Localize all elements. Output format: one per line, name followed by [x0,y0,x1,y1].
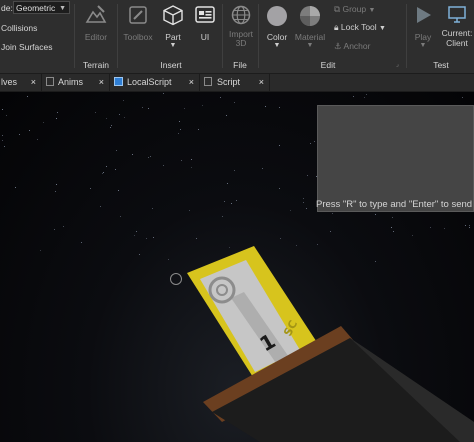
toolbox-icon [129,6,147,24]
chevron-down-icon: ▼ [59,5,66,12]
anchor-button[interactable]: ⚓︎ Anchor [334,41,384,52]
color-swatch-icon [267,6,287,26]
terrain-editor-label: Editor [84,32,108,42]
anchor-icon: ⚓︎ [334,41,342,51]
chevron-down-icon: ▼ [273,42,281,49]
close-icon[interactable]: × [189,74,194,91]
ribbon-divider [117,4,118,68]
held-keycard-viewmodel: 1 SC [187,246,474,442]
lock-tool-label: Lock Tool [340,22,377,32]
insert-group-label: Insert [160,60,182,70]
insert-ui-button[interactable]: UI [193,4,217,42]
tab-lves[interactable]: lves × [0,74,42,91]
play-icon [417,7,431,23]
mode-prefix-label: de: [1,3,13,13]
ribbon-divider [406,4,407,68]
import-3d-label-line2: 3D [235,38,247,48]
ribbon-divider [222,4,223,68]
group-button[interactable]: ⧉ Group ▼ [334,4,384,15]
group-label: Group [342,4,367,14]
chevron-down-icon: ▼ [379,25,386,32]
tab-label: LocalScript [127,77,172,87]
material-icon [300,6,320,26]
chevron-down-icon: ▼ [419,42,427,49]
chevron-down-icon: ▼ [368,7,376,14]
lock-icon: 🔒︎ [334,22,339,32]
current-client-button[interactable]: Current: Client [438,4,474,48]
tab-script[interactable]: Script × [200,74,270,91]
color-label: Color [266,32,288,42]
toolbox-button[interactable]: Toolbox [121,4,155,42]
tab-label: Anims [58,77,84,87]
tab-localscript[interactable]: LocalScript × [110,74,200,91]
close-icon[interactable]: × [259,74,264,91]
current-client-label-line1: Current: [441,28,473,38]
tab-label: Script [217,77,241,87]
localscript-icon [114,77,123,86]
insert-part-button[interactable]: Part ▼ [159,4,187,49]
script-icon [204,77,212,86]
ribbon-divider [74,4,75,68]
collisions-toggle[interactable]: Collisions [1,23,37,33]
client-monitor-icon [448,6,466,23]
color-button[interactable]: Color ▼ [262,4,292,49]
chevron-down-icon: ▼ [306,42,314,49]
script-tab-bar: lves × Anims × LocalScript × Script × [0,73,474,92]
expand-icon[interactable]: ⌟ [396,61,399,68]
terrain-editor-button[interactable]: Editor [80,4,112,42]
globe-icon [231,5,251,25]
ribbon-divider [258,4,259,68]
script-icon [46,77,54,86]
terrain-group-label: Terrain [83,60,109,70]
import-3d-button[interactable]: Import 3D [225,4,257,48]
play-button[interactable]: Play ▼ [410,4,436,49]
chevron-down-icon: ▼ [169,42,177,49]
join-surfaces-toggle[interactable]: Join Surfaces [1,42,53,52]
studio-ribbon: de: Geometric ▼ Collisions Join Surfaces… [0,0,474,73]
group-icon: ⧉ [334,4,341,14]
tab-label: lves [1,77,18,87]
part-label: Part [165,32,181,42]
file-group-label: File [233,60,247,70]
test-group-label: Test [433,60,449,70]
close-icon[interactable]: × [31,74,36,91]
game-viewport[interactable]: Press "R" to type and "Enter" to send 1 … [0,92,474,442]
current-client-label-line2: Client [446,38,468,48]
material-label: Material [294,32,326,42]
toolbox-label: Toolbox [123,32,153,42]
tab-anims[interactable]: Anims × [42,74,110,91]
edit-group-label: Edit [320,60,336,70]
material-button[interactable]: Material ▼ [293,4,327,49]
play-label: Play [414,32,432,42]
ui-icon [195,6,215,23]
close-icon[interactable]: × [99,74,104,91]
terrain-mode-dropdown[interactable]: Geometric ▼ [13,1,70,14]
terrain-mode-value: Geometric [16,3,56,13]
anchor-label: Anchor [343,41,371,51]
cube-icon [163,5,183,26]
ui-label: UI [200,32,210,42]
terrain-editor-icon [85,5,107,23]
lock-tool-button[interactable]: 🔒︎ Lock Tool ▼ [334,22,404,33]
